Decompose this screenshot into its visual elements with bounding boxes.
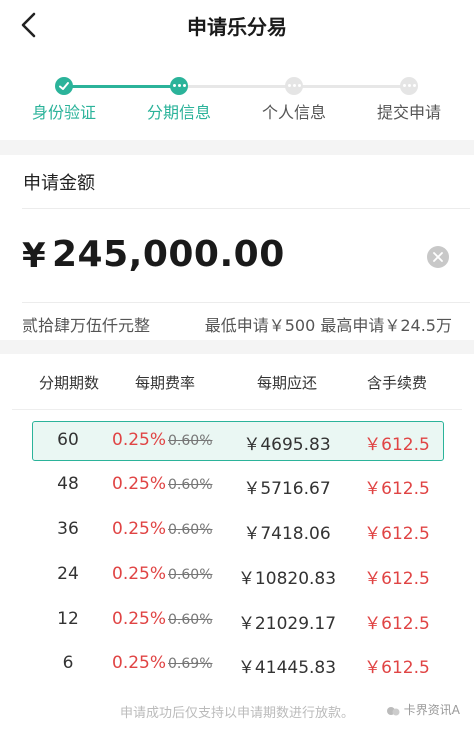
term-cell: 12 — [57, 609, 79, 629]
table-row[interactable]: 6 0.25% 0.69% ￥41445.83 ￥612.5 — [0, 644, 474, 684]
term-cell: 48 — [57, 474, 79, 494]
rate-cell: 0.25% 0.60% — [112, 474, 222, 494]
term-cell: 6 — [62, 653, 74, 673]
currency-symbol: ¥ — [22, 236, 46, 276]
payment-cell: ￥4695.83 — [243, 435, 331, 455]
term-cell: 36 — [57, 519, 79, 539]
rate-cell: 0.25% 0.60% — [112, 564, 222, 584]
rate-original: 0.60% — [168, 477, 213, 493]
rate-original: 0.60% — [168, 567, 213, 583]
table-row[interactable]: 24 0.25% 0.60% ￥10820.83 ￥612.5 — [0, 555, 474, 595]
rate-current: 0.25% — [112, 609, 167, 629]
column-header-fee: 含手续费 — [366, 374, 427, 392]
step-installment-info: 分期信息 — [124, 68, 234, 123]
check-icon — [55, 77, 73, 95]
payment-cell: ￥5716.67 — [243, 479, 331, 499]
progress-stepper: 身份验证 分期信息 个人信息 提交申请 — [0, 68, 474, 128]
divider — [12, 409, 462, 410]
rate-cell: 0.25% 0.60% — [112, 519, 222, 539]
fee-cell: ￥612.5 — [364, 658, 430, 678]
rate-cell: 0.25% 0.60% — [112, 430, 222, 450]
payment-cell: ￥7418.06 — [243, 524, 331, 544]
rate-original: 0.60% — [168, 522, 213, 538]
rate-current: 0.25% — [112, 653, 167, 673]
watermark: 卡界资讯A — [386, 701, 460, 718]
amount-input[interactable]: 245,000.00 — [52, 234, 285, 275]
payment-cell: ￥21029.17 — [237, 614, 337, 634]
rate-current: 0.25% — [112, 430, 167, 450]
payment-cell: ￥10820.83 — [237, 569, 337, 589]
step-submit-application: 提交申请 — [354, 68, 464, 123]
step-identity-verification: 身份验证 — [9, 68, 119, 123]
term-cell: 24 — [57, 564, 79, 584]
amount-card: 申请金额 ¥ 245,000.00 贰拾肆万伍仟元整 最低申请￥500 最高申请… — [0, 155, 474, 340]
table-row[interactable]: 60 0.25% 0.60% ￥4695.83 ￥612.5 — [0, 421, 474, 461]
installment-table: 分期期数 每期费率 每期应还 含手续费 60 0.25% 0.60% ￥4695.… — [0, 354, 474, 734]
clear-icon[interactable] — [427, 246, 449, 268]
divider — [22, 302, 470, 303]
rate-current: 0.25% — [112, 519, 167, 539]
rate-cell: 0.25% 0.60% — [112, 609, 222, 629]
divider — [22, 208, 470, 209]
column-header-term: 分期期数 — [38, 374, 99, 392]
term-cell: 60 — [57, 430, 79, 450]
fee-cell: ￥612.5 — [364, 435, 430, 455]
section-gap — [0, 340, 474, 354]
page-title: 申请乐分易 — [187, 15, 287, 39]
rate-original: 0.60% — [168, 612, 213, 628]
step-personal-info: 个人信息 — [239, 68, 349, 123]
payment-cell: ￥41445.83 — [237, 658, 337, 678]
step-label: 个人信息 — [261, 103, 326, 122]
rate-current: 0.25% — [112, 474, 167, 494]
column-header-rate: 每期费率 — [134, 374, 195, 392]
step-label: 提交申请 — [376, 103, 441, 122]
wechat-icon — [386, 706, 400, 715]
fee-cell: ￥612.5 — [364, 614, 430, 634]
amount-title: 申请金额 — [23, 173, 95, 194]
table-row[interactable]: 36 0.25% 0.60% ￥7418.06 ￥612.5 — [0, 510, 474, 550]
step-label: 分期信息 — [146, 103, 211, 122]
rate-original: 0.60% — [168, 433, 213, 449]
rate-original: 0.69% — [168, 656, 213, 672]
amount-in-words: 贰拾肆万伍仟元整 — [22, 316, 151, 335]
table-row[interactable]: 12 0.25% 0.60% ￥21029.17 ￥612.5 — [0, 600, 474, 640]
fee-cell: ￥612.5 — [364, 524, 430, 544]
table-row[interactable]: 48 0.25% 0.60% ￥5716.67 ￥612.5 — [0, 465, 474, 505]
rate-cell: 0.25% 0.69% — [112, 653, 222, 673]
ellipsis-icon — [170, 77, 188, 95]
header: 申请乐分易 — [0, 0, 474, 50]
ellipsis-icon — [400, 77, 418, 95]
ellipsis-icon — [285, 77, 303, 95]
section-gap — [0, 140, 474, 155]
fee-cell: ￥612.5 — [364, 479, 430, 499]
amount-limits: 最低申请￥500 最高申请￥24.5万 — [204, 316, 452, 335]
watermark-text: 卡界资讯A — [403, 703, 460, 717]
rate-current: 0.25% — [112, 564, 167, 584]
step-label: 身份验证 — [31, 103, 96, 122]
fee-cell: ￥612.5 — [364, 569, 430, 589]
column-header-payment: 每期应还 — [256, 374, 317, 392]
